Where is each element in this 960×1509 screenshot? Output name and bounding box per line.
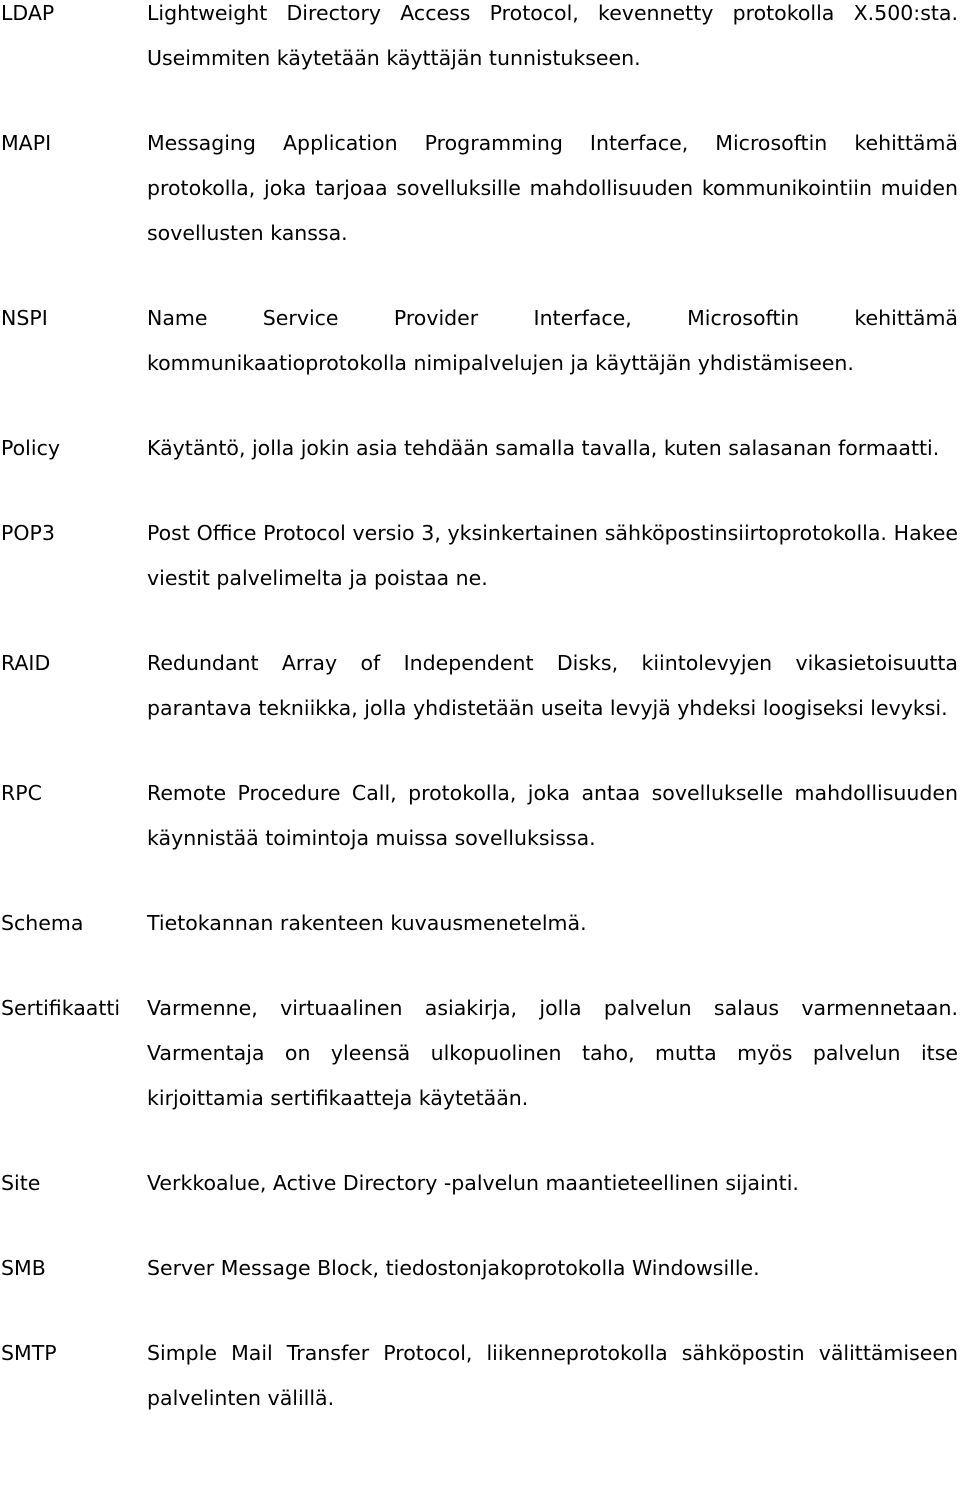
glossary-definition: Varmenne, virtuaalinen asiakirja, jolla … (147, 996, 958, 1110)
glossary-definition: Server Message Block, tiedostonjakoproto… (147, 1256, 760, 1280)
glossary-entry: NSPI Name Service Provider Interface, Mic… (0, 296, 958, 386)
glossary-term: SMTP (1, 1341, 57, 1365)
glossary-entry: Schema Tietokannan rakenteen kuvausmenete… (0, 901, 958, 946)
glossary-entry: RAID Redundant Array of Independent Disks… (0, 641, 958, 731)
glossary-definition: Post Office Protocol versio 3, yksinkert… (147, 521, 958, 590)
glossary-definition: Simple Mail Transfer Protocol, liikennep… (147, 1341, 958, 1410)
glossary-term: MAPI (1, 131, 52, 155)
glossary-entry: Site Verkkoalue, Active Directory -palvel… (0, 1161, 958, 1206)
glossary-entry: LDAP Lightweight Directory Access Protoco… (0, 0, 958, 81)
glossary-term: Policy (1, 436, 60, 460)
glossary-entry: Policy Käytäntö, jolla jokin asia tehdään… (0, 426, 958, 471)
glossary-definition: Messaging Application Programming Interf… (147, 131, 958, 245)
glossary-term: NSPI (1, 306, 48, 330)
glossary-term: LDAP (1, 1, 55, 25)
glossary-entry: POP3 Post Office Protocol versio 3, yksin… (0, 511, 958, 601)
glossary-definition: Name Service Provider Interface, Microso… (147, 306, 958, 375)
glossary-definition: Redundant Array of Independent Disks, ki… (147, 651, 958, 720)
glossary-entry: Sertifikaatti Varmenne, virtuaalinen asia… (0, 986, 958, 1121)
glossary-term: SMB (1, 1256, 46, 1280)
glossary-term: POP3 (1, 521, 55, 545)
glossary-entry: MAPI Messaging Application Programming In… (0, 121, 958, 256)
glossary-term: RAID (1, 651, 51, 675)
glossary-term: Schema (1, 911, 84, 935)
glossary-entry: SMTP Simple Mail Transfer Protocol, liike… (0, 1331, 958, 1421)
glossary-entry: RPC Remote Procedure Call, protokolla, jo… (0, 771, 958, 861)
glossary-entry: SMB Server Message Block, tiedostonjakopr… (0, 1246, 958, 1291)
glossary: LDAP Lightweight Directory Access Protoco… (0, 0, 958, 1461)
glossary-definition: Tietokannan rakenteen kuvausmenetelmä. (147, 911, 587, 935)
glossary-definition: Lightweight Directory Access Protocol, k… (147, 1, 958, 70)
glossary-term: Site (1, 1171, 41, 1195)
glossary-term: Sertifikaatti (1, 996, 121, 1020)
glossary-definition: Käytäntö, jolla jokin asia tehdään samal… (147, 436, 940, 460)
glossary-definition: Verkkoalue, Active Directory -palvelun m… (147, 1171, 799, 1195)
glossary-term: RPC (1, 781, 42, 805)
glossary-definition: Remote Procedure Call, protokolla, joka … (147, 781, 958, 850)
